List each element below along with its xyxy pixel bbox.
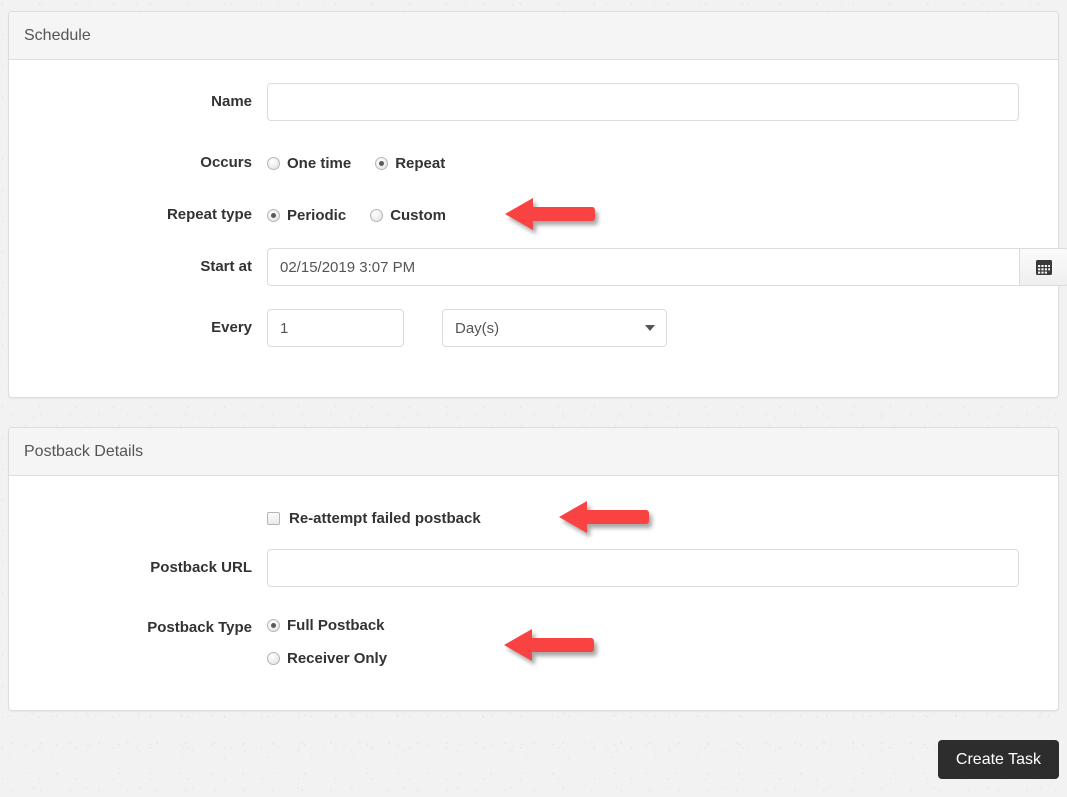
row-every: Every Day(s) [9, 309, 1058, 347]
repeat-type-radio-group: Periodic Custom [267, 196, 1058, 234]
schedule-panel-body: Name Occurs One time Repeat Repeat type … [9, 83, 1067, 347]
radio-circle-icon[interactable] [370, 208, 384, 222]
occurs-radio-group: One time Repeat [267, 144, 1058, 182]
row-repeat-type: Repeat type Periodic Custom [9, 196, 1058, 234]
create-task-button[interactable]: Create Task [937, 740, 1059, 780]
label-repeat-type: Repeat type [166, 206, 252, 223]
row-reattempt: Re-attempt failed postback [9, 499, 1058, 537]
row-start-at: Start at [9, 248, 1067, 286]
row-occurs: Occurs One time Repeat [9, 144, 1058, 182]
checkbox-reattempt-failed-postback[interactable]: Re-attempt failed postback [267, 499, 481, 537]
postback-panel-title: Postback Details [24, 442, 144, 460]
postback-url-input[interactable] [267, 549, 1019, 587]
row-postback-url: Postback URL [9, 549, 1058, 587]
page-root: Schedule Name Occurs One time Repeat Rep… [0, 0, 1067, 797]
row-name: Name [9, 83, 1058, 121]
schedule-panel: Schedule Name Occurs One time Repeat Rep… [8, 11, 1067, 398]
radio-occurs-repeat[interactable]: Repeat [375, 155, 445, 172]
checkbox-label-reattempt: Re-attempt failed postback [289, 509, 481, 527]
row-postback-type: Postback Type Full Postback Receiver Onl… [9, 609, 1058, 675]
label-postback-type: Postback Type [147, 619, 252, 636]
radio-label-periodic: Periodic [287, 206, 347, 224]
start-at-input-group [267, 248, 1067, 286]
radio-label-receiver-only: Receiver Only [287, 650, 388, 667]
label-name: Name [211, 93, 252, 110]
postback-type-radio-group: Full Postback Receiver Only [267, 609, 1058, 675]
radio-circle-icon[interactable] [267, 156, 280, 170]
calendar-picker-button[interactable] [1019, 248, 1067, 286]
start-at-input[interactable] [267, 248, 1019, 286]
radio-circle-selected-icon[interactable] [267, 208, 280, 222]
radio-circle-selected-icon[interactable] [267, 619, 280, 632]
every-unit-select[interactable]: Day(s) [442, 309, 667, 347]
radio-postback-type-full[interactable]: Full Postback [267, 609, 1034, 642]
radio-occurs-one-time[interactable]: One time [267, 155, 351, 172]
label-start-at: Start at [200, 258, 252, 275]
radio-repeat-type-custom[interactable]: Custom [370, 207, 446, 224]
calendar-icon [1036, 260, 1052, 275]
schedule-panel-header: Schedule [9, 12, 1058, 60]
radio-repeat-type-periodic[interactable]: Periodic [267, 207, 346, 224]
radio-postback-type-receiver-only[interactable]: Receiver Only [267, 642, 1058, 675]
radio-label-one-time: One time [287, 154, 352, 172]
radio-circle-selected-icon[interactable] [375, 156, 389, 170]
every-unit-select-wrapper: Day(s) [442, 309, 667, 347]
every-interval-input[interactable] [267, 309, 404, 347]
radio-circle-icon[interactable] [267, 652, 280, 665]
postback-panel-body: Re-attempt failed postback Postback URL … [9, 499, 1058, 675]
radio-label-custom: Custom [390, 206, 447, 224]
radio-label-repeat: Repeat [395, 154, 446, 172]
schedule-panel-title: Schedule [24, 26, 91, 44]
radio-label-full-postback: Full Postback [287, 617, 385, 634]
label-occurs: Occurs [200, 154, 252, 171]
postback-panel: Postback Details Re-attempt failed postb… [8, 427, 1059, 711]
checkbox-square-icon[interactable] [267, 511, 280, 525]
name-input[interactable] [267, 83, 1019, 121]
label-postback-url: Postback URL [150, 559, 252, 576]
postback-panel-header: Postback Details [9, 428, 1058, 476]
label-every: Every [211, 319, 252, 336]
